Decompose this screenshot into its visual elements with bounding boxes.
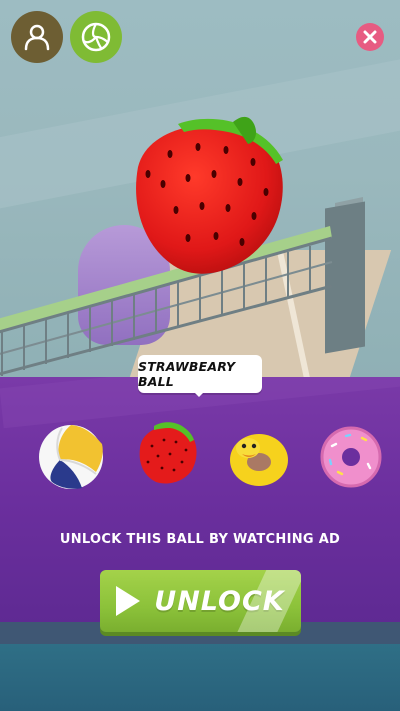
selected-ball-tooltip: STRAWBEARY BALL	[138, 355, 262, 393]
duck-ring-icon	[230, 434, 288, 486]
close-button[interactable]	[356, 23, 384, 51]
ball-option-donut[interactable]	[318, 424, 384, 490]
strawberry-icon	[139, 422, 197, 484]
donut-icon	[320, 426, 382, 488]
ball-option-duck-ring[interactable]	[226, 424, 292, 490]
ball-option-strawberry[interactable]	[134, 420, 200, 486]
unlock-button[interactable]: UNLOCK	[100, 570, 301, 632]
profile-button[interactable]	[11, 11, 63, 63]
volleyball-icon	[39, 425, 103, 489]
selected-ball-name: STRAWBEARY BALL	[138, 359, 236, 389]
ground-area	[0, 644, 400, 711]
strawberry-ball-preview	[118, 112, 293, 282]
play-icon	[116, 586, 141, 616]
ball-option-volleyball[interactable]	[38, 424, 104, 490]
balls-menu-button[interactable]	[70, 11, 122, 63]
unlock-instruction: UNLOCK THIS BALL BY WATCHING AD	[59, 532, 341, 547]
tooltip-pointer	[191, 389, 207, 397]
close-icon	[363, 30, 377, 44]
user-icon	[24, 24, 50, 51]
game-scene	[0, 0, 400, 380]
volleyball-icon	[81, 22, 111, 52]
